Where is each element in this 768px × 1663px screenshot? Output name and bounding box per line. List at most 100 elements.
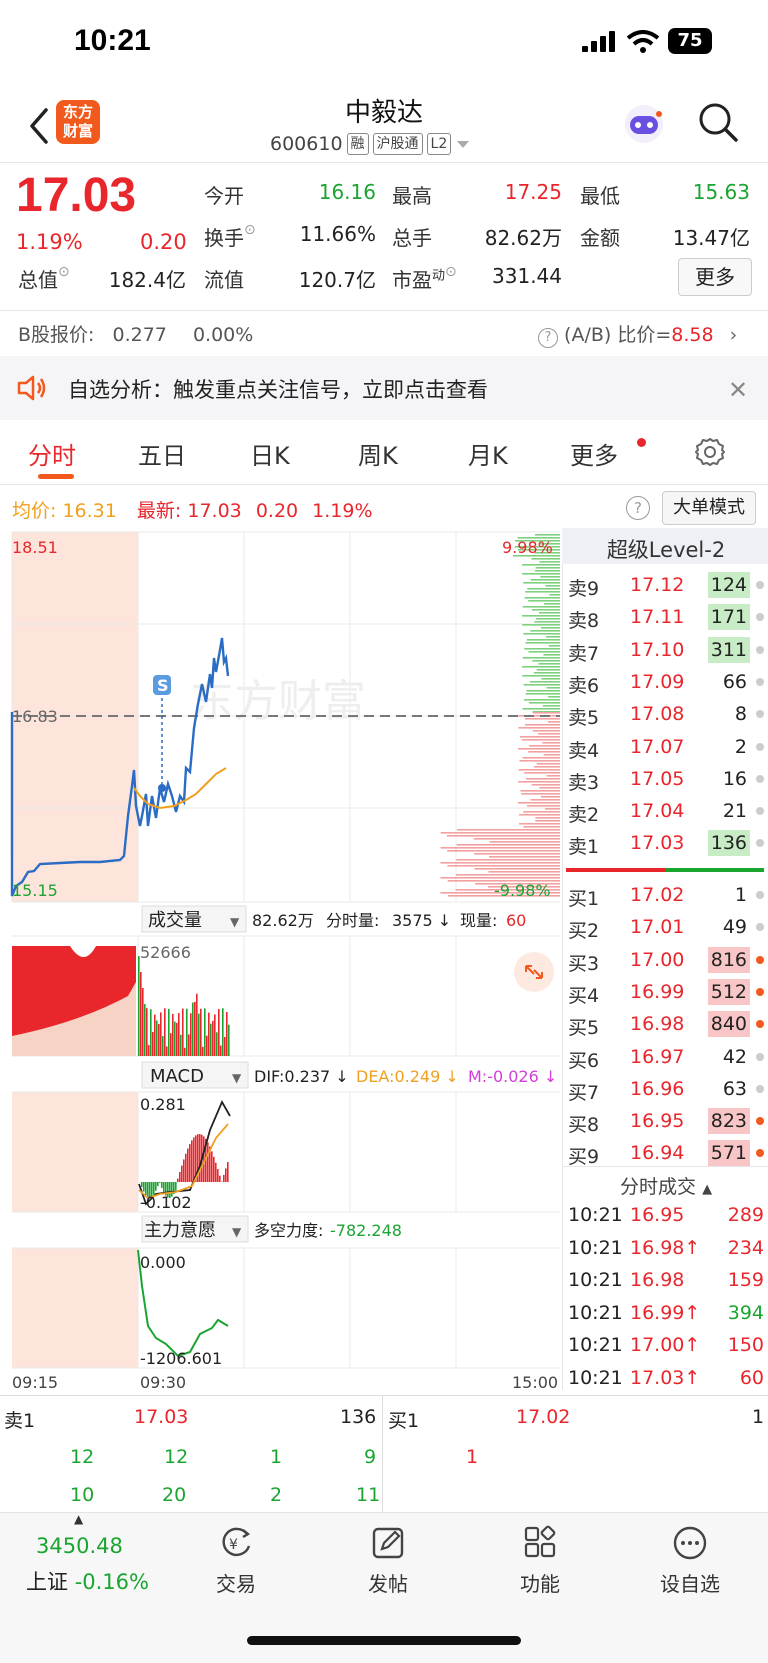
index-row[interactable]: 上证 -0.16% xyxy=(26,1566,149,1596)
trade-time: 10:21 xyxy=(568,1367,623,1389)
time-end-label: 15:00 xyxy=(512,1373,558,1392)
ask-row[interactable]: 卖317.0516 xyxy=(568,764,764,796)
help-icon[interactable]: ? xyxy=(538,328,558,348)
volume-bar xyxy=(224,1037,226,1056)
ask-row[interactable]: 卖817.11171 xyxy=(568,602,764,634)
macd-bar xyxy=(191,1140,193,1182)
close-icon[interactable]: ✕ xyxy=(728,376,748,404)
buy-queue-item: 1 xyxy=(466,1446,478,1468)
bid-volume: 823 xyxy=(708,1108,750,1134)
bid-row[interactable]: 买117.021 xyxy=(568,880,764,912)
bid-level-label: 买2 xyxy=(568,916,599,943)
profile-bar xyxy=(536,618,560,620)
profile-bar xyxy=(534,766,560,768)
order-dot-icon xyxy=(756,956,764,964)
ask-row[interactable]: 卖417.072 xyxy=(568,732,764,764)
quote-value-volume: 82.62万 xyxy=(460,222,562,251)
profile-bar xyxy=(518,802,560,804)
ai-assistant-icon[interactable] xyxy=(622,102,666,146)
stock-code-row[interactable]: 600610 融 沪股通 L2 xyxy=(270,133,471,155)
nav-functions[interactable]: 功能 xyxy=(490,1524,590,1597)
profile-bar xyxy=(523,708,560,710)
help-icon[interactable]: ? xyxy=(626,496,650,520)
profile-bar xyxy=(447,865,560,867)
trades-title[interactable]: 分时成交 ▲ xyxy=(620,1172,712,1199)
index-value[interactable]: 3450.48 xyxy=(36,1534,123,1558)
ask-row[interactable]: 卖617.0966 xyxy=(568,667,764,699)
profile-bar xyxy=(529,651,560,653)
tab-daily-k[interactable]: 日K xyxy=(250,436,290,471)
tab-intraday[interactable]: 分时 xyxy=(28,436,76,471)
ask-row[interactable]: 卖917.12124 xyxy=(568,570,764,602)
battery-level: 75 xyxy=(677,30,702,51)
volume-bar xyxy=(198,1014,200,1056)
info-icon[interactable]: ⊙ xyxy=(58,264,70,280)
profile-bar xyxy=(543,654,560,656)
macd-pre-shade xyxy=(12,1092,138,1212)
profile-bar xyxy=(532,660,560,662)
bid-row[interactable]: 买816.95823 xyxy=(568,1106,764,1138)
macd-bar xyxy=(189,1144,191,1182)
order-dot-icon xyxy=(756,891,764,899)
expand-button[interactable] xyxy=(514,952,554,992)
bid-row[interactable]: 买217.0149 xyxy=(568,912,764,944)
macd-bar xyxy=(185,1154,187,1182)
ask-row[interactable]: 卖117.03136 xyxy=(568,828,764,860)
tab-five-day[interactable]: 五日 xyxy=(138,436,186,471)
profile-bar xyxy=(529,745,560,747)
volume-bar xyxy=(170,1033,172,1056)
main-force-min: -1206.601 xyxy=(140,1349,222,1368)
info-icon[interactable]: ⊙ xyxy=(244,222,256,238)
macd-bar xyxy=(177,1179,179,1182)
level2-title[interactable]: 超级Level-2 xyxy=(564,534,768,564)
pct-high-label: 9.98% xyxy=(502,538,553,557)
nav-add-watchlist[interactable]: 设自选 xyxy=(640,1524,740,1597)
info-icon[interactable]: ⊙ xyxy=(445,264,457,280)
trade-volume: 394 xyxy=(728,1302,764,1324)
profile-bar xyxy=(544,754,560,756)
ask-volume: 124 xyxy=(708,572,750,598)
profile-bar xyxy=(541,796,560,798)
intraday-chart[interactable]: 东方财富 S 18.51 16.83 15.15 9.98% -9.98% 成交… xyxy=(0,526,560,1392)
ask-row[interactable]: 卖517.088 xyxy=(568,699,764,731)
tab-monthly-k[interactable]: 月K xyxy=(468,436,508,471)
profile-bar xyxy=(521,793,560,795)
macd-bar xyxy=(155,1182,157,1191)
bid-row[interactable]: 买317.00816 xyxy=(568,945,764,977)
profile-bar xyxy=(520,736,560,738)
ask-row[interactable]: 卖217.0421 xyxy=(568,796,764,828)
volume-selector-label: 成交量 xyxy=(148,910,202,931)
trade-volume: 60 xyxy=(740,1367,764,1389)
profile-bar xyxy=(542,742,560,744)
ask-row[interactable]: 卖717.10311 xyxy=(568,635,764,667)
volume-bar xyxy=(202,1047,204,1056)
nav-trade-label: 交易 xyxy=(216,1572,256,1596)
bid-row[interactable]: 买416.99512 xyxy=(568,977,764,1009)
tab-more[interactable]: 更多 xyxy=(570,436,618,471)
trade-row: 10:2117.00↑150 xyxy=(568,1334,764,1356)
trade-row: 10:2117.03↑60 xyxy=(568,1367,764,1389)
volume-bar xyxy=(210,1024,212,1056)
quote-label-open: 今开 xyxy=(204,180,244,209)
latest-label: 最新: xyxy=(137,500,181,522)
nav-trade[interactable]: ¥ 交易 xyxy=(186,1524,286,1597)
bid-row[interactable]: 买616.9742 xyxy=(568,1042,764,1074)
more-button[interactable]: 更多 xyxy=(678,258,752,296)
nav-post[interactable]: 发帖 xyxy=(338,1524,438,1597)
sell-queue-item: 2 xyxy=(270,1484,282,1506)
trade-time: 10:21 xyxy=(568,1237,623,1259)
profile-bar xyxy=(524,684,560,686)
gear-icon[interactable] xyxy=(694,436,726,468)
tab-weekly-k[interactable]: 周K xyxy=(358,436,398,471)
search-icon[interactable] xyxy=(696,100,740,144)
order-dot-icon xyxy=(756,807,764,815)
bid-row[interactable]: 买716.9663 xyxy=(568,1074,764,1106)
profile-bar xyxy=(523,657,560,659)
bid-row[interactable]: 买516.98840 xyxy=(568,1009,764,1041)
volume-bar xyxy=(140,972,142,1056)
banner-text[interactable]: 自选分析：触发重点关注信号，立即点击查看 xyxy=(68,374,488,404)
big-order-mode-button[interactable]: 大单模式 xyxy=(662,491,756,525)
ab-ratio[interactable]: ? (A/B) 比价=8.58 › xyxy=(538,320,737,348)
b-share-label: B股报价: xyxy=(18,324,94,346)
ask-price: 17.12 xyxy=(630,574,684,596)
